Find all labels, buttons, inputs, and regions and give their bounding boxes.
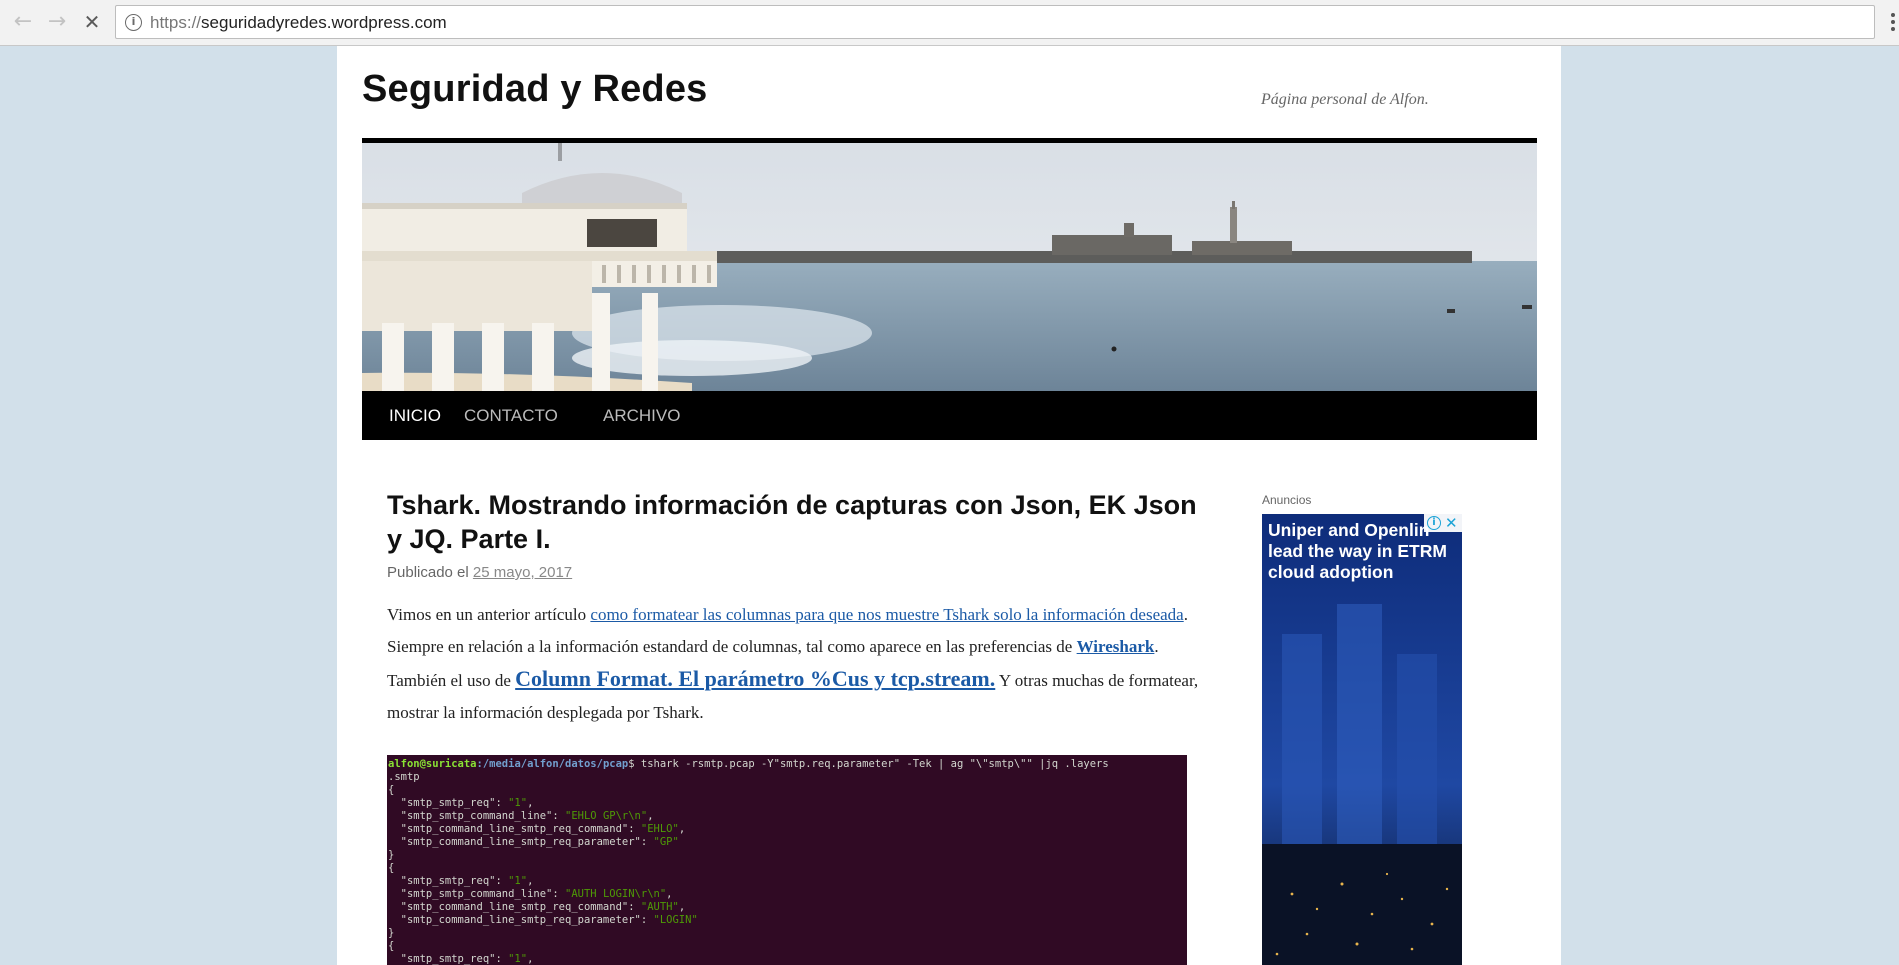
post-text-1: Vimos en un anterior artículo — [387, 605, 591, 624]
stop-loading-icon[interactable]: ✕ — [80, 10, 104, 34]
post-title[interactable]: Tshark. Mostrando información de captura… — [387, 488, 1207, 556]
terminal-prompt-path: :/media/alfon/datos/pcap — [476, 758, 629, 770]
post-body: Vimos en un anterior artículo como forma… — [387, 599, 1199, 729]
terminal-value: "1" — [508, 797, 528, 809]
terminal-value: "AUTH LOGIN\r\n" — [565, 888, 667, 900]
post-meta: Publicado el 25 mayo, 2017 — [387, 564, 572, 581]
ads-label: Anuncios — [1262, 493, 1312, 507]
site-title[interactable]: Seguridad y Redes — [362, 68, 708, 111]
address-bar[interactable]: i https://seguridadyredes.wordpress.com — [115, 5, 1875, 39]
back-arrow-icon[interactable]: ← — [11, 10, 35, 34]
url-scheme: https:// — [150, 13, 202, 32]
nav-item-archivo[interactable]: ARCHIVO — [603, 406, 680, 426]
terminal-command: $ tshark -rsmtp.pcap -Y"smtp.req.paramet… — [628, 758, 1109, 770]
browser-menu-icon[interactable] — [1888, 10, 1898, 36]
terminal-value: "LOGIN" — [653, 914, 698, 926]
terminal-value: "1" — [508, 875, 528, 887]
terminal-command-wrap: .smtp — [388, 771, 420, 783]
site-info-icon[interactable]: i — [125, 14, 142, 31]
link-wireshark[interactable]: Wireshark — [1077, 637, 1155, 656]
url-host: seguridadyredes.wordpress.com — [201, 13, 447, 32]
post-meta-prefix: Publicado el — [387, 564, 469, 581]
terminal-prompt-user: alfon@suricata — [388, 758, 477, 770]
nav-item-inicio[interactable]: INICIO — [389, 406, 441, 426]
link-formatear-columnas[interactable]: como formatear las columnas para que nos… — [590, 605, 1183, 624]
main-navigation: INICIO CONTACTO ARCHIVO — [362, 391, 1537, 440]
link-column-format[interactable]: Column Format. El parámetro %Cus y tcp.s… — [515, 666, 995, 691]
browser-toolbar: ← → ✕ i https://seguridadyredes.wordpres… — [0, 0, 1899, 46]
terminal-value: "1" — [508, 953, 528, 965]
terminal-value: "EHLO GP\r\n" — [565, 810, 648, 822]
terminal-value: "AUTH" — [640, 901, 679, 913]
site-tagline: Página personal de Alfon. — [1261, 91, 1429, 108]
terminal-value: "EHLO" — [640, 823, 679, 835]
sidebar-ad[interactable]: Uniper and Openlin lead the way in ETRM … — [1262, 514, 1462, 965]
page-container: Seguridad y Redes Página personal de Alf… — [337, 46, 1561, 965]
nav-item-contacto[interactable]: CONTACTO — [464, 406, 558, 426]
terminal-screenshot: alfon@suricata:/media/alfon/datos/pcap$ … — [387, 755, 1187, 965]
post-date-link[interactable]: 25 mayo, 2017 — [473, 564, 572, 581]
ad-info-icon[interactable]: i — [1427, 516, 1441, 530]
ad-close-icon[interactable]: ✕ — [1445, 514, 1458, 532]
terminal-value: "GP" — [653, 836, 679, 848]
ad-controls: i ✕ — [1424, 514, 1462, 532]
url-text[interactable]: https://seguridadyredes.wordpress.com — [150, 13, 447, 33]
forward-arrow-icon[interactable]: → — [45, 10, 69, 34]
